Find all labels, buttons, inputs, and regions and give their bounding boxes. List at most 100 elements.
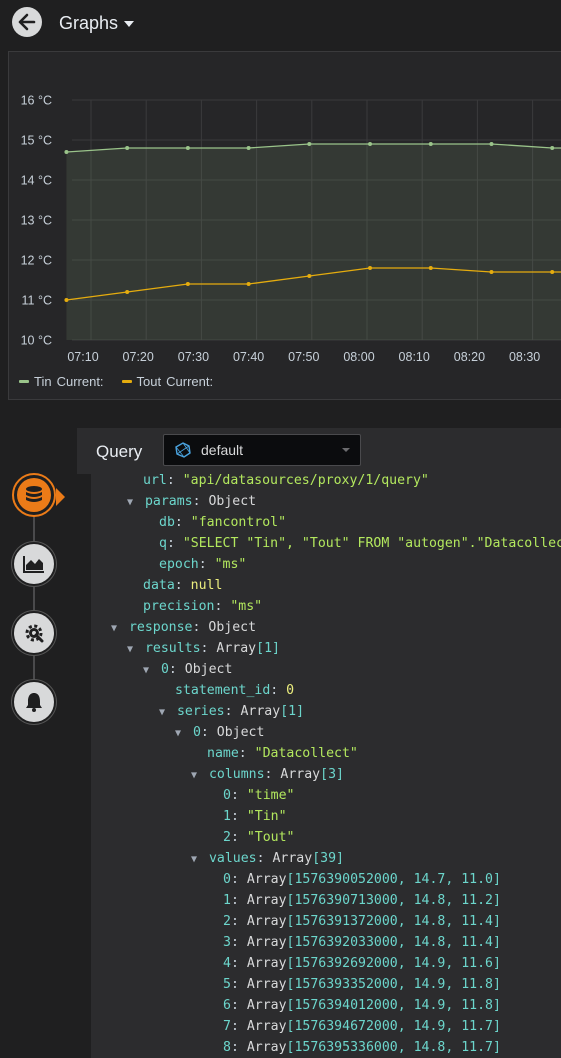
- page-title-dropdown[interactable]: Graphs: [59, 13, 135, 34]
- bell-icon: [26, 693, 42, 712]
- datasource-name: default: [201, 442, 244, 458]
- inspector-row[interactable]: ▼ 0: Object: [175, 722, 264, 743]
- legend-item-tin[interactable]: Tin Current:: [19, 374, 110, 389]
- caret-down-icon: [342, 448, 350, 452]
- inspector-key: results: [144, 641, 201, 656]
- inspector-value: Array[1576394672000, 14.9, 11.7]: [246, 1019, 501, 1034]
- inspector-key: 6: [223, 998, 231, 1013]
- y-tick-label: 12 °C: [21, 254, 52, 268]
- inspector-colon: :: [230, 893, 247, 908]
- y-tick-label: 16 °C: [21, 94, 52, 108]
- inspector-value: "Tout": [246, 830, 295, 845]
- y-tick-label: 14 °C: [21, 174, 52, 188]
- inspector-value: "SELECT "Tin", "Tout" FROM "autogen"."Da…: [182, 536, 561, 551]
- inspector-colon: :: [166, 474, 183, 488]
- inspector-row[interactable]: ▼ series: Array[1]: [159, 701, 304, 722]
- inspector-row[interactable]: ▼ params: Object: [127, 491, 256, 512]
- inspector-key: url: [143, 474, 167, 488]
- graph-legend: Tin Current: Tout Current:: [19, 374, 219, 389]
- inspector-value: Array[1576390052000, 14.7, 11.0]: [246, 872, 501, 887]
- inspector-row[interactable]: ▼ values: Array[39]: [191, 848, 344, 869]
- expand-toggle-icon[interactable]: ▼: [143, 660, 153, 681]
- expand-toggle-icon[interactable]: ▼: [127, 639, 137, 660]
- expand-toggle-icon[interactable]: ▼: [175, 723, 185, 744]
- inspector-key: 8: [223, 1040, 231, 1055]
- expand-toggle-icon[interactable]: ▼: [191, 765, 201, 786]
- data-point-tout: [489, 270, 494, 274]
- query-header: Query default: [77, 428, 561, 474]
- inspector-colon: :: [230, 977, 247, 992]
- visualization-tab[interactable]: [12, 542, 56, 586]
- datasource-select[interactable]: default: [163, 434, 361, 466]
- inspector-colon: :: [174, 515, 191, 530]
- inspector-colon: :: [192, 494, 209, 509]
- back-button[interactable]: [12, 7, 42, 37]
- data-point-tin: [428, 142, 433, 146]
- inspector-colon: :: [230, 998, 247, 1013]
- data-point-tin: [246, 146, 251, 150]
- inspector-colon: :: [174, 578, 191, 593]
- caret-down-icon: [124, 20, 135, 27]
- inspector-colon: :: [230, 1040, 247, 1055]
- query-inspector: url: "api/datasources/proxy/1/query" ▼ pa…: [91, 474, 561, 1058]
- inspector-value: Object: [208, 494, 257, 509]
- influxdb-icon: [174, 441, 192, 459]
- inspector-value: "ms": [214, 557, 247, 572]
- inspector-row: 5: Array[1576393352000, 14.9, 11.8]: [223, 974, 501, 995]
- graph-panel[interactable]: 16 °C 15 °C 14 °C 13 °C 12 °C 11 °C 10 °C 07:10…: [8, 51, 561, 400]
- inspector-key: 1: [223, 809, 231, 824]
- data-point-tin: [307, 142, 312, 146]
- alert-tab[interactable]: [12, 680, 56, 724]
- inspector-row[interactable]: ▼ 0: Object: [143, 659, 232, 680]
- data-point-tout: [64, 298, 69, 302]
- inspector-row[interactable]: ▼ columns: Array[3]: [191, 764, 344, 785]
- data-point-tin: [125, 146, 130, 150]
- expand-toggle-icon[interactable]: ▼: [191, 849, 201, 870]
- inspector-colon: :: [230, 872, 247, 887]
- inspector-value: Array[1576391372000, 14.8, 11.4]: [246, 914, 501, 929]
- inspector-row: 4: Array[1576392692000, 14.9, 11.6]: [223, 953, 501, 974]
- inspector-colon: :: [198, 557, 215, 572]
- inspector-row[interactable]: ▼ results: Array[1]: [127, 638, 280, 659]
- inspector-key: epoch: [159, 557, 199, 572]
- inspector-key: 0: [192, 725, 201, 740]
- inspector-value: "fancontrol": [190, 515, 287, 530]
- inspector-value: Array[1]: [240, 704, 305, 719]
- inspector-key: 2: [223, 830, 231, 845]
- inspector-value: Object: [216, 725, 265, 740]
- inspector-value: Array[1]: [216, 641, 280, 656]
- data-point-tout: [246, 282, 251, 286]
- queries-tab[interactable]: [12, 473, 56, 517]
- gear-icon: [25, 624, 44, 643]
- x-tick-label: 08:30: [509, 350, 540, 364]
- inspector-key: statement_id: [175, 683, 271, 698]
- expand-toggle-icon[interactable]: ▼: [159, 702, 169, 723]
- data-point-tin: [368, 142, 373, 146]
- legend-swatch-tout: [121, 380, 132, 383]
- inspector-colon: :: [192, 620, 209, 635]
- inspector-colon: :: [166, 536, 183, 551]
- inspector-row: 7: Array[1576394672000, 14.9, 11.7]: [223, 1016, 501, 1037]
- inspector-value: "time": [246, 788, 295, 803]
- inspector-row[interactable]: ▼ response: Object: [111, 617, 256, 638]
- expand-toggle-icon[interactable]: ▼: [127, 492, 137, 513]
- legend-item-tout[interactable]: Tout Current:: [121, 374, 220, 389]
- inspector-row: data: null: [143, 575, 222, 596]
- inspector-row: url: "api/datasources/proxy/1/query": [143, 474, 429, 491]
- inspector-value: Array[1576393352000, 14.9, 11.8]: [246, 977, 501, 992]
- general-settings-tab[interactable]: [12, 611, 56, 655]
- inspector-colon: :: [230, 914, 247, 929]
- inspector-value: 0: [286, 683, 295, 698]
- inspector-key: 7: [223, 1019, 231, 1034]
- inspector-value: "Datacollect": [254, 746, 358, 761]
- legend-label-tin: Tin: [34, 374, 52, 389]
- expand-toggle-icon[interactable]: ▼: [111, 618, 121, 639]
- y-tick-label: 15 °C: [21, 134, 52, 148]
- x-tick-label: 07:40: [233, 350, 264, 364]
- data-point-tout: [550, 270, 555, 274]
- inspector-row: precision: "ms": [143, 596, 262, 617]
- inspector-key: 0: [223, 872, 231, 887]
- inspector-value: Array[1576392033000, 14.8, 11.4]: [246, 935, 501, 950]
- inspector-value: Object: [208, 620, 257, 635]
- inspector-colon: :: [264, 767, 281, 782]
